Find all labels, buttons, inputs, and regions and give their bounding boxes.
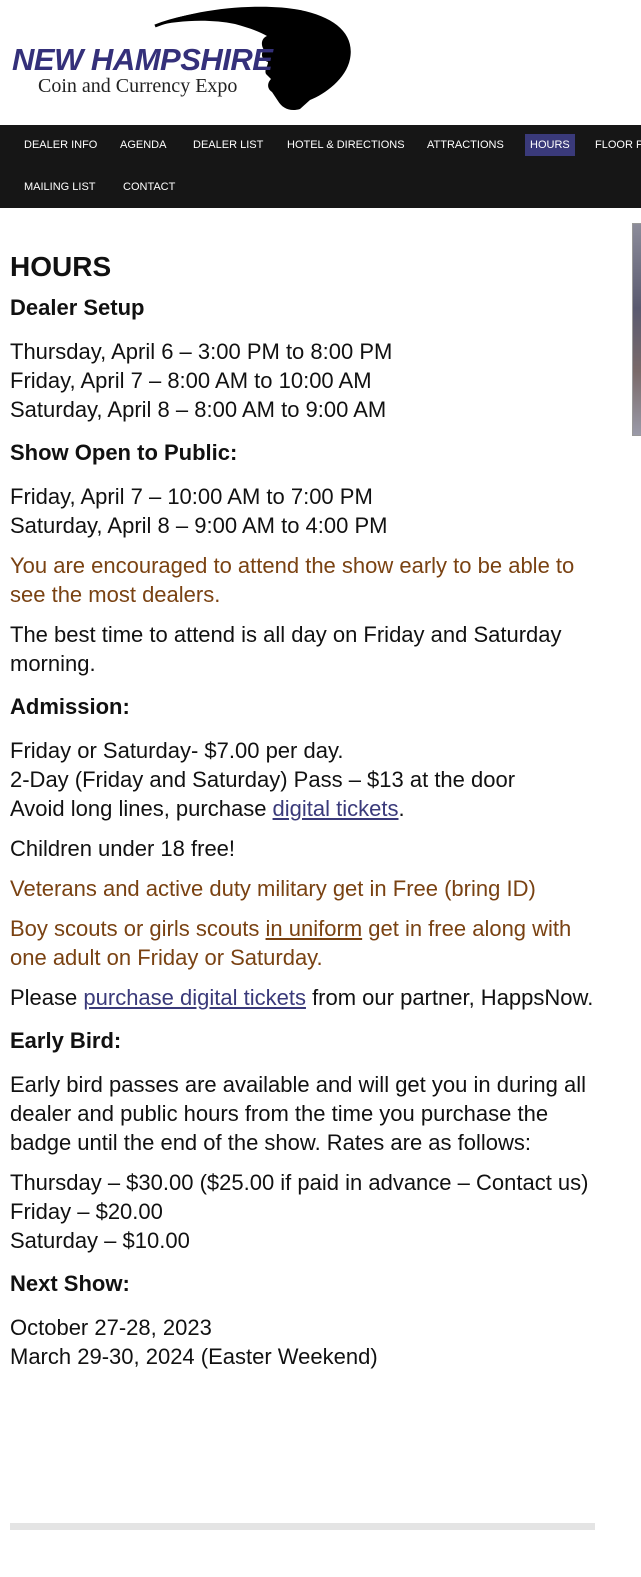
early-bird-heading: Early Bird: xyxy=(10,1028,122,1053)
dealer-setup-line: Thursday, April 6 – 3:00 PM to 8:00 PM xyxy=(10,339,393,364)
site-logo[interactable]: NEW HAMPSHIRE Coin and Currency Expo xyxy=(10,4,360,114)
content-divider xyxy=(10,1523,595,1530)
veterans-note: Veterans and active duty military get in… xyxy=(10,876,536,901)
public-hours-line: Saturday, April 8 – 9:00 AM to 4:00 PM xyxy=(10,513,388,538)
main-nav: DEALER INFO AGENDA DEALER LIST HOTEL & D… xyxy=(0,125,641,208)
nav-item-agenda[interactable]: AGENDA xyxy=(115,134,171,156)
nav-item-dealer-info[interactable]: DEALER INFO xyxy=(19,134,102,156)
scouts-note: Boy scouts or girls scouts in uniform ge… xyxy=(10,914,600,972)
logo-subtitle: Coin and Currency Expo xyxy=(38,75,238,97)
scouts-prefix: Boy scouts or girls scouts xyxy=(10,916,266,941)
nav-item-hotel-directions[interactable]: HOTEL & DIRECTIONS xyxy=(282,134,410,156)
digital-tickets-prefix: Avoid long lines, purchase xyxy=(10,796,273,821)
digital-tickets-link[interactable]: digital tickets xyxy=(273,796,399,821)
early-bird-description: Early bird passes are available and will… xyxy=(10,1072,586,1155)
nav-item-dealer-list[interactable]: DEALER LIST xyxy=(188,134,268,156)
digital-tickets-suffix: . xyxy=(398,796,405,821)
public-hours-heading: Show Open to Public: xyxy=(10,440,238,465)
in-uniform-link[interactable]: in uniform xyxy=(266,916,363,941)
admission-price-line: Friday or Saturday- $7.00 per day. xyxy=(10,738,344,763)
nav-item-mailing-list[interactable]: MAILING LIST xyxy=(19,176,101,198)
dealer-setup-heading: Dealer Setup xyxy=(10,295,145,320)
next-show-date: March 29-30, 2024 (Easter Weekend) xyxy=(10,1344,378,1369)
purchase-suffix: from our partner, HappsNow. xyxy=(305,985,594,1010)
admission-heading: Admission: xyxy=(10,694,130,719)
public-hours-line: Friday, April 7 – 10:00 AM to 7:00 PM xyxy=(10,484,373,509)
children-free-note: Children under 18 free! xyxy=(10,836,236,861)
early-bird-rate: Thursday – $30.00 ($25.00 if paid in adv… xyxy=(10,1170,589,1195)
next-show-date: October 27-28, 2023 xyxy=(10,1315,212,1340)
dealer-setup-line: Saturday, April 8 – 8:00 AM to 9:00 AM xyxy=(10,397,387,422)
attend-early-note: You are encouraged to attend the show ea… xyxy=(10,553,575,607)
purchase-digital-tickets-link[interactable]: purchase digital tickets xyxy=(83,985,306,1010)
dealer-setup-line: Friday, April 7 – 8:00 AM to 10:00 AM xyxy=(10,368,372,393)
next-show-heading: Next Show: xyxy=(10,1271,130,1296)
purchase-tickets-note: Please purchase digital tickets from our… xyxy=(10,983,600,1012)
nav-item-hours[interactable]: HOURS xyxy=(525,134,575,156)
page-title: HOURS xyxy=(10,251,112,282)
nav-item-attractions[interactable]: ATTRACTIONS xyxy=(422,134,509,156)
purchase-prefix: Please xyxy=(10,985,84,1010)
logo-title: NEW HAMPSHIRE xyxy=(12,42,273,77)
early-bird-rate: Friday – $20.00 xyxy=(10,1199,163,1224)
site-header: NEW HAMPSHIRE Coin and Currency Expo xyxy=(0,0,641,125)
digital-tickets-line: Avoid long lines, purchase digital ticke… xyxy=(10,794,600,823)
early-bird-rate: Saturday – $10.00 xyxy=(10,1228,190,1253)
admission-pass-line: 2-Day (Friday and Saturday) Pass – $13 a… xyxy=(10,767,516,792)
sidebar-image xyxy=(632,223,641,436)
best-time-note: The best time to attend is all day on Fr… xyxy=(10,622,562,676)
main-content: HOURS Dealer Setup Thursday, April 6 – 3… xyxy=(10,248,600,1371)
nav-item-floor-plan[interactable]: FLOOR PLAN xyxy=(590,134,641,156)
nav-item-contact[interactable]: CONTACT xyxy=(118,176,180,198)
